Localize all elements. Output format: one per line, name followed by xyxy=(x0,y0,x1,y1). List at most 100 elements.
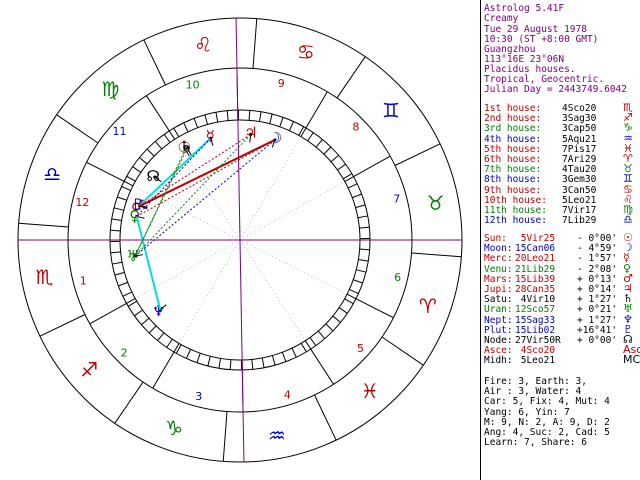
sign-glyph-icon: ♓ xyxy=(361,379,379,403)
house-position: 3Gem30 xyxy=(562,174,597,186)
planet-label: Jupi: xyxy=(484,284,513,295)
sign-glyph-icon: ♒ xyxy=(268,424,286,448)
stats-line: M: 9, N: 2, A: 9, D: 2 xyxy=(484,416,610,428)
house-number: 12 xyxy=(75,196,89,209)
planet-label: Node: xyxy=(484,335,513,346)
sign-icon: ♎ xyxy=(623,213,633,227)
planet-motion: + 0°14' xyxy=(577,284,618,295)
house-number: 4 xyxy=(284,388,291,401)
house-number: 1 xyxy=(80,274,87,287)
house-position: 7Vir17 xyxy=(562,205,597,216)
house-label: 1st house: xyxy=(484,103,542,114)
planet-motion: + 0°13' xyxy=(577,273,618,285)
planet-label: Mars: xyxy=(484,273,513,285)
stats-line: Air : 3, Water: 4 xyxy=(484,386,582,398)
house-number: 3 xyxy=(195,390,202,403)
house-number: 6 xyxy=(394,271,401,284)
sign-glyph-icon: ♏ xyxy=(35,265,53,289)
planet-motion: + 0°21' xyxy=(577,304,618,316)
house-label: 2nd house: xyxy=(484,113,542,125)
planet-motion: + 1°27' xyxy=(577,294,618,306)
house-label: 6th house: xyxy=(484,154,542,165)
planet-label: Moon: xyxy=(484,243,513,255)
planet-motion: - 1°57' xyxy=(577,253,618,265)
planet-position: 27Vir50R xyxy=(515,335,561,346)
planet-label: Satu: xyxy=(484,294,513,306)
julian-day: Julian Day = 2443749.6042 xyxy=(484,84,627,95)
planet-label: Sun: xyxy=(484,233,507,244)
house-position: 3Can50 xyxy=(562,184,597,196)
planet-position: 15Lib39 xyxy=(515,273,556,285)
planet-motion: - 4°59' xyxy=(577,243,618,255)
house-number: 9 xyxy=(278,77,285,90)
sign-glyph-icon: ♎ xyxy=(43,162,61,186)
sign-glyph-icon: ♐ xyxy=(80,358,98,382)
house-number: 5 xyxy=(357,342,364,355)
planet-dot xyxy=(153,175,157,179)
planet-label: Nept: xyxy=(484,314,513,326)
planet-position: 12Sco57 xyxy=(515,304,556,316)
planet-position: 4Vir10 xyxy=(515,294,556,306)
chart-wheel: ♈♉♊♋♌♍♎♏♐♑ ♒♓123 456789101112☉☽☿♀♂♃♄♅♆♇☊ xyxy=(0,0,480,480)
planet-motion: +16°41' xyxy=(577,324,618,336)
sign-glyph-icon: ♍ xyxy=(101,77,119,101)
planet-motion: - 2°08' xyxy=(577,263,618,275)
planet-motion: - 0°00' xyxy=(577,233,618,244)
sign-glyph-icon: ♉ xyxy=(427,191,445,215)
house-position: 5Aqu21 xyxy=(562,133,597,145)
sign-glyph-icon: ♑ xyxy=(165,416,183,440)
planet-glyph-icon: ☊ xyxy=(147,167,160,185)
planet-icon: MC xyxy=(623,353,640,367)
planet-motion: + 1°27' xyxy=(577,314,618,326)
house-label: 10th house: xyxy=(484,194,547,206)
house-label: 5th house: xyxy=(484,143,542,155)
house-label: 7th house: xyxy=(484,164,542,176)
sign-glyph-icon: ♈ xyxy=(419,294,437,318)
house-position: 7Lib29 xyxy=(562,215,597,227)
house-label: 9th house: xyxy=(484,184,542,196)
planet-position: 5Leo21 xyxy=(515,355,556,367)
planet-position: 4Sco20 xyxy=(515,345,556,357)
stats-line: Car: 5, Fix: 4, Mut: 4 xyxy=(484,396,610,408)
house-position: 4Sco20 xyxy=(562,103,597,114)
house-label: 3rd house: xyxy=(484,123,542,135)
house-label: 8th house: xyxy=(484,174,542,186)
house-number: 2 xyxy=(121,347,128,360)
stats-line: Fire: 3, Earth: 3, xyxy=(484,376,587,387)
house-number: 11 xyxy=(113,125,127,138)
sign-glyph-icon: ♋ xyxy=(297,40,315,64)
planet-position: 28Can35 xyxy=(515,284,556,295)
stats-line: Ang: 4, Suc: 2, Cad: 5 xyxy=(484,427,610,438)
planet-motion: + 0°00' xyxy=(577,335,618,346)
chart-name: Creamy xyxy=(484,13,519,24)
house-position: 4Tau20 xyxy=(562,164,597,176)
house-label: 4th house: xyxy=(484,133,542,145)
planet-label: Midh: xyxy=(484,355,513,367)
planet-glyph-icon: ♄ xyxy=(180,137,193,155)
planet-glyph-icon: ♃ xyxy=(244,124,257,142)
sign-glyph-icon: ♌ xyxy=(194,32,212,56)
stats-line: Yang: 6, Yin: 7 xyxy=(484,406,570,418)
stats-line: Learn: 7, Share: 6 xyxy=(484,437,587,449)
house-number: 8 xyxy=(352,120,359,133)
house-position: 7Pis17 xyxy=(562,143,597,155)
house-number: 7 xyxy=(393,193,400,206)
planet-glyph-icon: ☽ xyxy=(269,129,282,147)
planet-position: 15Lib02 xyxy=(515,324,556,336)
sign-glyph-icon: ♊ xyxy=(382,98,400,122)
house-position: 3Sag30 xyxy=(562,113,597,125)
info-panel: Astrolog 5.41F Creamy Tue 29 August 1978… xyxy=(481,0,640,480)
planet-position: 15Can06 xyxy=(515,243,556,255)
planet-position: 15Sag33 xyxy=(515,314,556,326)
house-position: 3Cap50 xyxy=(562,123,597,135)
house-label: 12th house: xyxy=(484,215,547,227)
planet-position: 5Vir25 xyxy=(515,233,556,244)
house-position: 7Ari29 xyxy=(562,154,597,165)
house-position: 5Leo21 xyxy=(562,194,597,206)
house-number: 10 xyxy=(186,79,200,92)
planet-position: 21Lib29 xyxy=(515,263,556,275)
planet-label: Uran: xyxy=(484,304,513,316)
planet-label: Merc: xyxy=(484,253,513,265)
planet-label: Venu: xyxy=(484,263,513,275)
planet-label: Plut: xyxy=(484,324,513,336)
